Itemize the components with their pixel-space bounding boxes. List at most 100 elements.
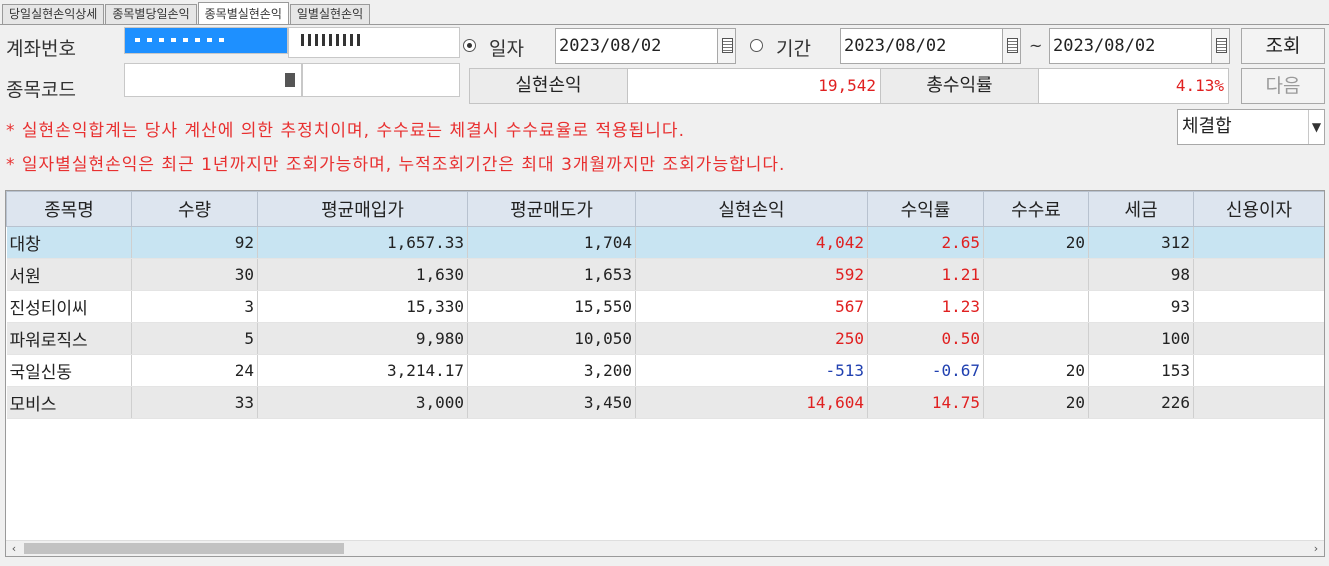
cell-tax: 226 — [1088, 386, 1194, 419]
total-return-value: 4.13% — [1038, 68, 1229, 104]
account-label: 계좌번호 — [6, 38, 76, 60]
cell-avg-sell: 3,450 — [467, 386, 636, 419]
cell-fee — [983, 258, 1089, 291]
realized-label: 실현손익 — [469, 68, 628, 104]
execution-type-select[interactable]: 체결합 ▼ — [1177, 109, 1325, 145]
cell-credit — [1193, 386, 1324, 419]
account-subnumber-field[interactable] — [288, 27, 460, 58]
period-from-field[interactable]: 2023/08/02 — [840, 28, 1021, 64]
tab-divider — [0, 24, 1329, 25]
cell-fee — [983, 322, 1089, 355]
select-value: 체결합 — [1182, 116, 1232, 137]
realized-grid: 종목명 수량 평균매입가 평균매도가 실현손익 수익률 수수료 세금 신용이자 … — [5, 190, 1325, 557]
period-radio-label: 기간 — [776, 38, 811, 60]
cell-credit — [1193, 226, 1324, 259]
calendar-icon[interactable] — [717, 29, 735, 63]
cell-return: 2.65 — [867, 226, 984, 259]
cell-name: 국일신동 — [6, 354, 132, 387]
cell-return: 1.21 — [867, 258, 984, 291]
cell-qty: 24 — [131, 354, 258, 387]
period-from-value: 2023/08/02 — [844, 36, 947, 56]
cell-avg-sell: 1,653 — [467, 258, 636, 291]
period-to-field[interactable]: 2023/08/02 — [1049, 28, 1230, 64]
col-stock-name[interactable]: 종목명 — [6, 191, 132, 227]
stock-name-field[interactable] — [302, 63, 460, 97]
cell-name: 진성티이씨 — [6, 290, 132, 323]
col-fee[interactable]: 수수료 — [983, 191, 1089, 227]
cell-tax: 153 — [1088, 354, 1194, 387]
cell-return: 0.50 — [867, 322, 984, 355]
table-row[interactable]: 국일신동 24 3,214.17 3,200 -513 -0.67 20 153 — [6, 354, 1324, 387]
table-row[interactable]: 파워로직스 5 9,980 10,050 250 0.50 100 — [6, 322, 1324, 355]
cell-avg-buy: 15,330 — [257, 290, 468, 323]
period-radio[interactable] — [750, 39, 763, 52]
cell-credit — [1193, 322, 1324, 355]
col-return[interactable]: 수익률 — [867, 191, 984, 227]
cell-qty: 33 — [131, 386, 258, 419]
cell-fee — [983, 290, 1089, 323]
cell-avg-buy: 3,214.17 — [257, 354, 468, 387]
cell-credit — [1193, 290, 1324, 323]
cell-tax: 98 — [1088, 258, 1194, 291]
cell-avg-sell: 1,704 — [467, 226, 636, 259]
next-button[interactable]: 다음 — [1241, 68, 1325, 104]
date-value: 2023/08/02 — [559, 36, 662, 56]
cell-name: 대창 — [6, 226, 132, 259]
cell-fee: 20 — [983, 386, 1089, 419]
stock-code-label: 종목코드 — [6, 79, 76, 101]
cell-realized: 250 — [635, 322, 868, 355]
horizontal-scrollbar[interactable]: ‹ › — [6, 540, 1324, 556]
account-number-field[interactable] — [124, 27, 288, 54]
tab-bar: 당일실현손익상세 종목별당일손익 종목별실현손익 일별실현손익 — [2, 2, 371, 24]
query-button[interactable]: 조회 — [1241, 28, 1325, 64]
cell-credit — [1193, 258, 1324, 291]
total-return-label: 총수익률 — [880, 68, 1039, 104]
notice-1: * 실현손익합계는 당사 계산에 의한 추정치이며, 수수료는 체결시 수수료율… — [6, 121, 685, 141]
tab-intraday-detail[interactable]: 당일실현손익상세 — [2, 4, 105, 24]
cell-tax: 100 — [1088, 322, 1194, 355]
cell-name: 파워로직스 — [6, 322, 132, 355]
cell-avg-buy: 9,980 — [257, 322, 468, 355]
period-tilde: ~ — [1029, 36, 1043, 55]
cell-fee: 20 — [983, 226, 1089, 259]
col-realized[interactable]: 실현손익 — [635, 191, 868, 227]
cell-realized: 567 — [635, 290, 868, 323]
table-row[interactable]: 모비스 33 3,000 3,450 14,604 14.75 20 226 — [6, 386, 1324, 419]
cell-name: 모비스 — [6, 386, 132, 419]
tab-stock-realized[interactable]: 종목별실현손익 — [197, 2, 289, 24]
col-tax[interactable]: 세금 — [1088, 191, 1194, 227]
cell-realized: 4,042 — [635, 226, 868, 259]
col-quantity[interactable]: 수량 — [131, 191, 258, 227]
table-row[interactable]: 대창 92 1,657.33 1,704 4,042 2.65 20 312 — [6, 226, 1324, 259]
tab-stock-daily[interactable]: 종목별당일손익 — [105, 4, 197, 24]
cell-avg-buy: 3,000 — [257, 386, 468, 419]
calendar-icon[interactable] — [1211, 29, 1229, 63]
period-to-value: 2023/08/02 — [1053, 36, 1156, 56]
cell-qty: 30 — [131, 258, 258, 291]
cell-qty: 5 — [131, 322, 258, 355]
calendar-icon[interactable] — [1002, 29, 1020, 63]
col-avg-sell[interactable]: 평균매도가 — [467, 191, 636, 227]
cell-tax: 93 — [1088, 290, 1194, 323]
col-credit-interest[interactable]: 신용이자 — [1193, 191, 1324, 227]
scroll-right-icon[interactable]: › — [1308, 541, 1324, 556]
cell-credit — [1193, 354, 1324, 387]
scroll-thumb[interactable] — [24, 543, 344, 554]
tab-daily-realized[interactable]: 일별실현손익 — [289, 4, 371, 24]
col-avg-buy[interactable]: 평균매입가 — [257, 191, 468, 227]
table-row[interactable]: 서원 30 1,630 1,653 592 1.21 98 — [6, 258, 1324, 291]
chevron-down-icon[interactable]: ▼ — [1308, 110, 1324, 144]
cell-avg-sell: 10,050 — [467, 322, 636, 355]
cell-avg-sell: 3,200 — [467, 354, 636, 387]
table-row[interactable]: 진성티이씨 3 15,330 15,550 567 1.23 93 — [6, 290, 1324, 323]
scroll-left-icon[interactable]: ‹ — [6, 541, 22, 556]
cell-avg-sell: 15,550 — [467, 290, 636, 323]
date-field[interactable]: 2023/08/02 — [555, 28, 736, 64]
cell-fee: 20 — [983, 354, 1089, 387]
cell-qty: 92 — [131, 226, 258, 259]
cell-return: -0.67 — [867, 354, 984, 387]
cell-tax: 312 — [1088, 226, 1194, 259]
date-radio[interactable] — [463, 39, 476, 52]
stock-code-field[interactable] — [124, 63, 302, 97]
grid-header: 종목명 수량 평균매입가 평균매도가 실현손익 수익률 수수료 세금 신용이자 — [6, 191, 1324, 227]
